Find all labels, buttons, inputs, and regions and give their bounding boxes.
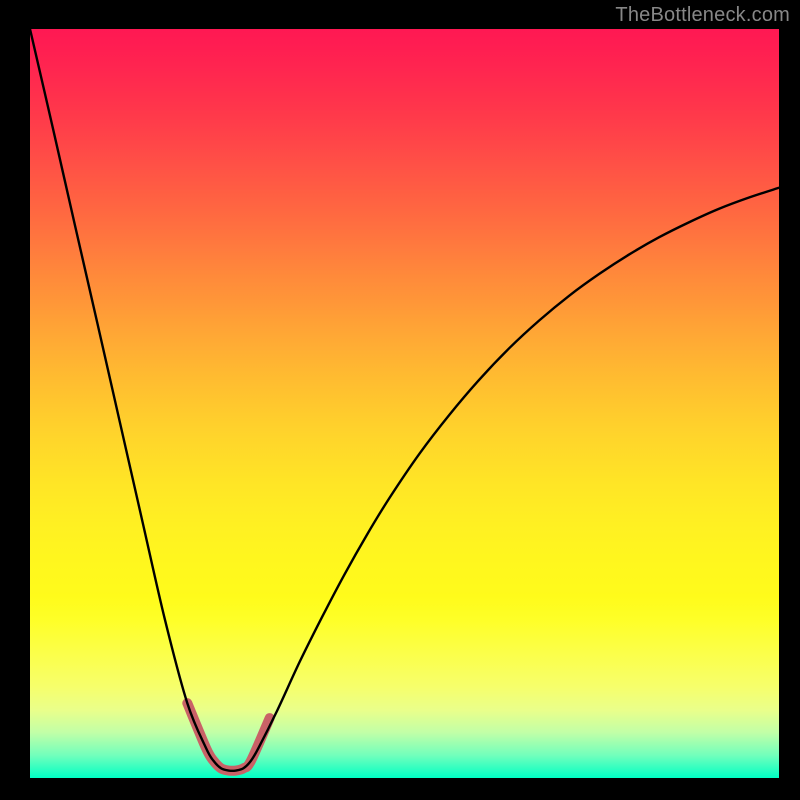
chart-svg xyxy=(0,0,800,800)
chart-stage: TheBottleneck.com xyxy=(0,0,800,800)
plot-background xyxy=(30,29,779,778)
watermark-text: TheBottleneck.com xyxy=(615,4,790,27)
